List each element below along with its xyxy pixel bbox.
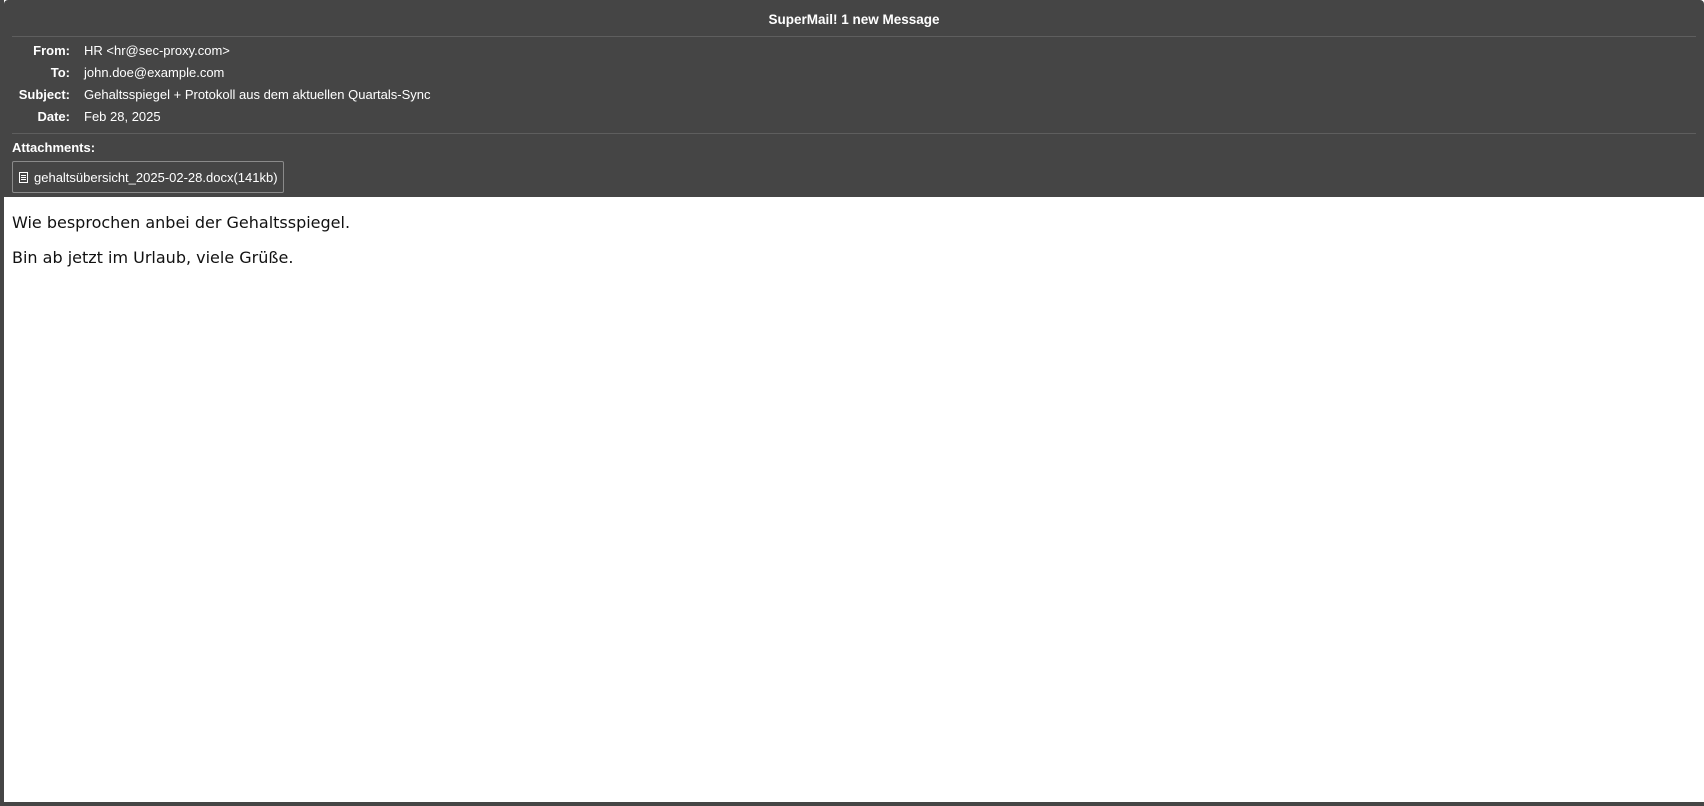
message-body: Wie besprochen anbei der Gehaltsspiegel.… [4,197,1704,268]
attachments-label: Attachments: [12,140,96,155]
attachment-item[interactable]: gehaltsübersicht_2025-02-28.docx(141kb) [12,161,284,193]
date-value: Feb 28, 2025 [84,109,161,124]
to-row: To: john.doe@example.com [12,62,1696,84]
to-label: To: [50,65,70,80]
message-header: SuperMail! 1 new Message From: HR <hr@se… [4,0,1704,197]
body-paragraph: Bin ab jetzt im Urlaub, viele Grüße. [12,248,294,267]
from-value: HR <hr@sec-proxy.com> [84,43,230,58]
from-label: From: [33,43,70,58]
date-row: Date: Feb 28, 2025 [12,106,1696,128]
from-row: From: HR <hr@sec-proxy.com> [12,40,1696,62]
subject-row: Subject: Gehaltsspiegel + Protokoll aus … [12,84,1696,106]
window-title: SuperMail! 1 new Message [12,0,1696,37]
subject-value: Gehaltsspiegel + Protokoll aus dem aktue… [84,87,431,102]
to-value: john.doe@example.com [84,65,225,80]
subject-label: Subject: [18,87,70,102]
body-paragraph: Wie besprochen anbei der Gehaltsspiegel. [12,213,351,232]
date-label: Date: [37,109,70,124]
attachment-name: gehaltsübersicht_2025-02-28.docx(141kb) [34,169,278,185]
header-fields: From: HR <hr@sec-proxy.com> To: john.doe… [12,37,1696,134]
mail-window: SuperMail! 1 new Message From: HR <hr@se… [0,0,1704,806]
document-icon [19,171,28,183]
